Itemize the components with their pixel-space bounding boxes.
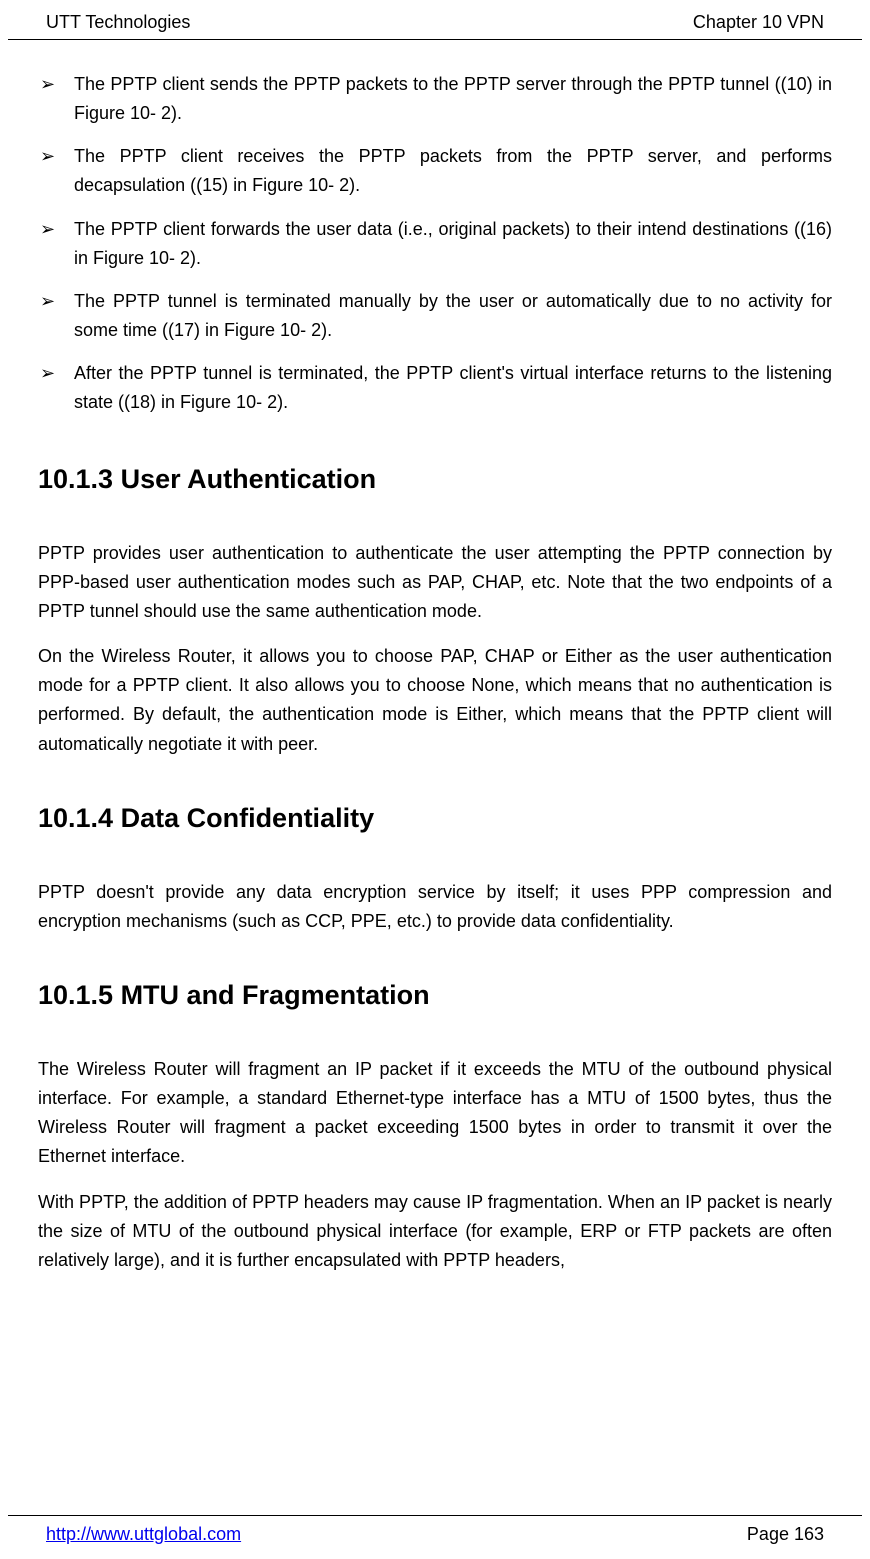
page-number: Page 163 [747,1524,824,1545]
paragraph: With PPTP, the addition of PPTP headers … [38,1188,832,1275]
page-content: ➢ The PPTP client sends the PPTP packets… [0,40,870,1275]
page-header: UTT Technologies Chapter 10 VPN [8,0,862,40]
list-item: ➢ After the PPTP tunnel is terminated, t… [38,359,832,417]
bullet-text: After the PPTP tunnel is terminated, the… [74,359,832,417]
list-item: ➢ The PPTP tunnel is terminated manually… [38,287,832,345]
paragraph: PPTP provides user authentication to aut… [38,539,832,626]
section-heading: 10.1.5 MTU and Fragmentation [38,980,832,1011]
bullet-text: The PPTP tunnel is terminated manually b… [74,287,832,345]
page-footer: http://www.uttglobal.com Page 163 [8,1515,862,1559]
bullet-text: The PPTP client sends the PPTP packets t… [74,70,832,128]
paragraph: On the Wireless Router, it allows you to… [38,642,832,759]
header-left: UTT Technologies [46,12,190,33]
section-heading: 10.1.3 User Authentication [38,464,832,495]
footer-link[interactable]: http://www.uttglobal.com [46,1524,241,1545]
list-item: ➢ The PPTP client sends the PPTP packets… [38,70,832,128]
bullet-list: ➢ The PPTP client sends the PPTP packets… [38,70,832,418]
bullet-icon: ➢ [38,142,74,200]
bullet-icon: ➢ [38,215,74,273]
bullet-icon: ➢ [38,287,74,345]
bullet-icon: ➢ [38,70,74,128]
paragraph: The Wireless Router will fragment an IP … [38,1055,832,1172]
bullet-text: The PPTP client receives the PPTP packet… [74,142,832,200]
list-item: ➢ The PPTP client receives the PPTP pack… [38,142,832,200]
bullet-text: The PPTP client forwards the user data (… [74,215,832,273]
header-right: Chapter 10 VPN [693,12,824,33]
list-item: ➢ The PPTP client forwards the user data… [38,215,832,273]
paragraph: PPTP doesn't provide any data encryption… [38,878,832,936]
section-heading: 10.1.4 Data Confidentiality [38,803,832,834]
bullet-icon: ➢ [38,359,74,417]
